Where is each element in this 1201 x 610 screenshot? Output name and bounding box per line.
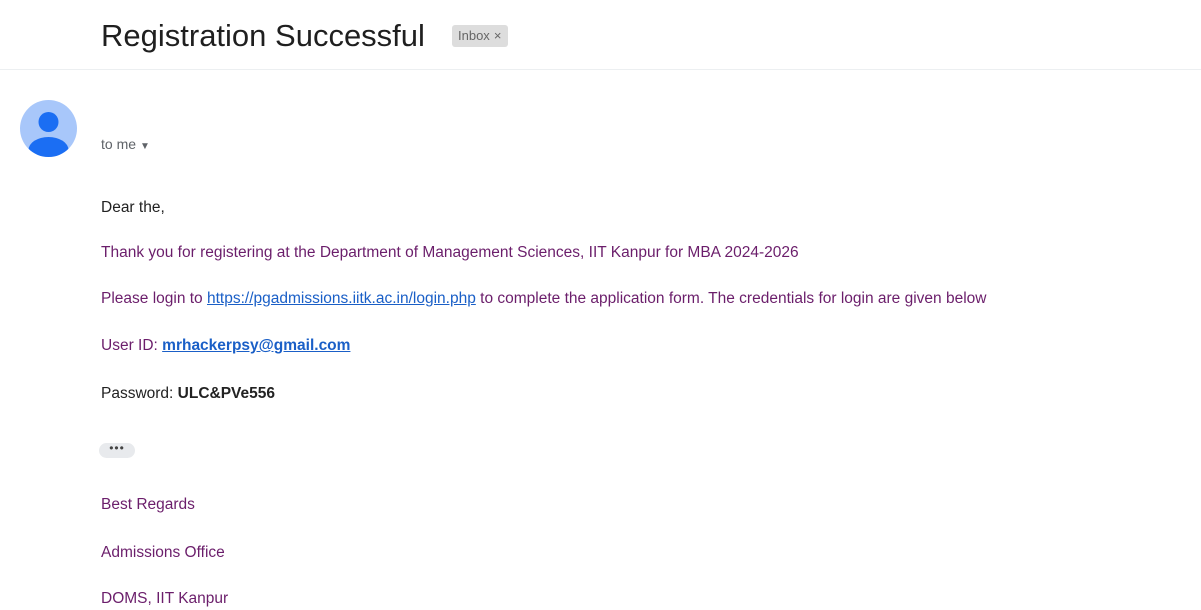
sender-avatar[interactable]	[20, 100, 77, 157]
recipient-details-toggle[interactable]: to me ▼	[101, 136, 150, 152]
email-subject: Registration Successful	[101, 18, 425, 53]
user-id-line: User ID: mrhackerpsy@gmail.com	[101, 337, 350, 355]
password-value: ULC&PVe556	[177, 385, 276, 402]
signoff-line: Best Regards	[101, 496, 195, 513]
recipient-text: to me	[101, 136, 137, 152]
sender-org-line: DOMS, IIT Kanpur	[101, 590, 229, 607]
thank-you-line: Thank you for registering at the Departm…	[101, 244, 799, 261]
password-label: Password:	[101, 385, 178, 402]
show-trimmed-content-button[interactable]: •••	[99, 442, 135, 458]
sender-office-line: Admissions Office	[101, 544, 225, 561]
inbox-label-text: Inbox	[458, 28, 490, 43]
user-id-email-link[interactable]: mrhackerpsy@gmail.com	[162, 337, 350, 354]
email-header: Registration Successful Inbox ×	[0, 0, 1201, 70]
person-icon	[28, 112, 69, 157]
login-instruction-line: Please login to https://pgadmissions.iit…	[101, 290, 986, 308]
password-line: Password: ULC&PVe556	[101, 385, 275, 403]
chevron-down-icon: ▼	[140, 141, 150, 152]
login-url-link[interactable]: https://pgadmissions.iitk.ac.in/login.ph…	[207, 290, 476, 307]
remove-label-icon[interactable]: ×	[494, 28, 502, 43]
login-suffix: to complete the application form. The cr…	[475, 290, 987, 307]
login-prefix: Please login to	[101, 290, 207, 307]
user-id-label: User ID:	[101, 337, 163, 354]
inbox-label-chip[interactable]: Inbox ×	[452, 25, 509, 47]
greeting-line: Dear the,	[101, 199, 165, 216]
